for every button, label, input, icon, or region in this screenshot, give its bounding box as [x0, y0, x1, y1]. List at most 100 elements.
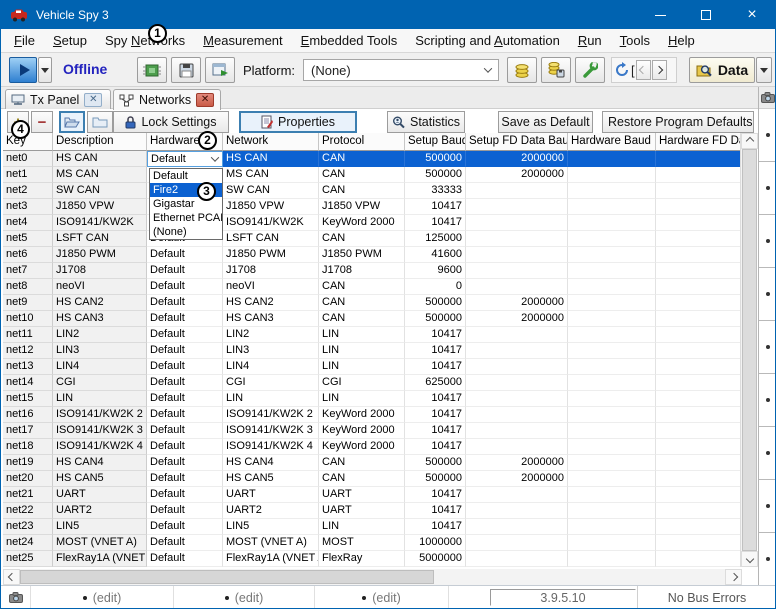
scroll-down-icon[interactable] [741, 551, 758, 567]
restore-program-defaults-button[interactable]: Restore Program Defaults [602, 111, 754, 133]
table-row-net2[interactable]: net2SW CANDefaultSW CANCAN33333 [3, 183, 740, 199]
lock-settings-button[interactable]: Lock Settings [113, 111, 229, 133]
data-dropdown[interactable] [756, 57, 772, 83]
table-row-net8[interactable]: net8neoVIDefaultneoVICAN0 [3, 279, 740, 295]
menu-item-setup[interactable]: Setup [44, 30, 96, 51]
nav-back-button[interactable] [636, 60, 651, 80]
table-row-net16[interactable]: net16ISO9141/KW2K 2DefaultISO9141/KW2K 2… [3, 407, 740, 423]
dropdown-option--none-[interactable]: (None) [150, 225, 222, 239]
remove-network-button[interactable]: − [31, 111, 53, 133]
run-play-button[interactable] [9, 57, 37, 83]
table-row-net17[interactable]: net17ISO9141/KW2K 3DefaultISO9141/KW2K 3… [3, 423, 740, 439]
setup-tools-button[interactable] [575, 57, 605, 83]
table-row-net6[interactable]: net6J1850 PWMDefaultJ1850 PWMJ1850 PWM41… [3, 247, 740, 263]
table-row-net0[interactable]: net0HS CANDefaultHS CANCAN5000002000000 [3, 151, 740, 167]
cell-desc: LIN3 [53, 343, 147, 359]
hardware-setup-button[interactable] [137, 57, 167, 83]
scroll-right-icon[interactable] [725, 569, 742, 585]
tab-networks[interactable]: Networks ✕ [113, 89, 221, 110]
dock-strip-cell [759, 533, 776, 586]
column-header-hardware-fd-data-baud[interactable]: Hardware FD Data Baud [656, 133, 740, 151]
table-row-net12[interactable]: net12LIN3DefaultLIN3LIN10417 [3, 343, 740, 359]
table-row-net4[interactable]: net4ISO9141/KW2KDefaultISO9141/KW2KKeyWo… [3, 215, 740, 231]
table-row-net1[interactable]: net1MS CANDefaultMS CANCAN5000002000000 [3, 167, 740, 183]
menu-item-run[interactable]: Run [569, 30, 611, 51]
menu-item-spy-networks[interactable]: Spy Networks [96, 30, 194, 51]
table-row-net19[interactable]: net19HS CAN4DefaultHS CAN4CAN50000020000… [3, 455, 740, 471]
offline-status-label: Offline [63, 61, 107, 77]
menu-item-embedded-tools[interactable]: Embedded Tools [292, 30, 407, 51]
table-row-net3[interactable]: net3J1850 VPWDefaultJ1850 VPWJ1850 VPW10… [3, 199, 740, 215]
horizontal-scrollbar[interactable] [3, 569, 742, 585]
menu-item-tools[interactable]: Tools [611, 30, 659, 51]
screenshot-camera-button[interactable] [759, 87, 776, 109]
cell-net: ISO9141/KW2K 4 [223, 439, 319, 455]
run-options-dropdown[interactable] [38, 57, 52, 83]
status-edit-field-1[interactable]: (edit) [31, 586, 174, 609]
vertical-scrollbar[interactable] [740, 133, 757, 567]
tab-close-icon[interactable]: ✕ [196, 93, 214, 107]
menu-item-measurement[interactable]: Measurement [194, 30, 292, 51]
column-header-setup-baud[interactable]: Setup Baud [405, 133, 466, 151]
table-row-net23[interactable]: net23LIN5DefaultLIN5LIN10417 [3, 519, 740, 535]
menu-item-file[interactable]: File [5, 30, 44, 51]
cell-baud: 500000 [405, 167, 466, 183]
column-header-protocol[interactable]: Protocol [319, 133, 405, 151]
column-header-description[interactable]: Description [53, 133, 147, 151]
cell-net: J1850 VPW [223, 199, 319, 215]
dot-icon [766, 504, 770, 508]
document-tab-bar: Tx Panel ✕ Networks ✕ [1, 87, 775, 109]
status-edit-field-3[interactable]: (edit) [315, 586, 449, 609]
column-header-network[interactable]: Network [223, 133, 319, 151]
table-row-net9[interactable]: net9HS CAN2DefaultHS CAN2CAN500000200000… [3, 295, 740, 311]
hardware-dropdown-list: DefaultFire2GigastarEthernet PCAP(None) [149, 168, 223, 240]
menu-item-help[interactable]: Help [659, 30, 704, 51]
close-button[interactable]: × [729, 1, 775, 29]
properties-button[interactable]: Properties [239, 111, 357, 133]
save-as-default-button[interactable]: Save as Default [498, 111, 593, 133]
scroll-left-icon[interactable] [3, 569, 20, 585]
dropdown-option-ethernet-pcap[interactable]: Ethernet PCAP [150, 211, 222, 225]
tab-close-icon[interactable]: ✕ [84, 93, 102, 107]
table-row-net25[interactable]: net25FlexRay1A (VNET A)DefaultFlexRay1A … [3, 551, 740, 567]
cell-key: net0 [3, 151, 53, 167]
hardware-combo[interactable]: Default [147, 151, 223, 167]
table-row-net13[interactable]: net13LIN4DefaultLIN4LIN10417 [3, 359, 740, 375]
status-camera-button[interactable] [1, 586, 31, 609]
cell-proto: LIN [319, 359, 405, 375]
table-row-net18[interactable]: net18ISO9141/KW2K 4DefaultISO9141/KW2K 4… [3, 439, 740, 455]
maximize-button[interactable] [683, 1, 729, 29]
nav-forward-button[interactable] [652, 60, 667, 80]
table-row-net21[interactable]: net21UARTDefaultUARTUART10417 [3, 487, 740, 503]
table-row-net20[interactable]: net20HS CAN5DefaultHS CAN5CAN50000020000… [3, 471, 740, 487]
table-row-net10[interactable]: net10HS CAN3DefaultHS CAN3CAN50000020000… [3, 311, 740, 327]
dropdown-option-default[interactable]: Default [150, 169, 222, 183]
minimize-button[interactable] [637, 1, 683, 29]
column-header-hardware-baud[interactable]: Hardware Baud [568, 133, 656, 151]
column-header-setup-fd-data-baud[interactable]: Setup FD Data Baud [466, 133, 568, 151]
column-header-key[interactable]: Key [3, 133, 53, 151]
table-row-net15[interactable]: net15LINDefaultLINLIN10417 [3, 391, 740, 407]
menu-item-scripting-and-automation[interactable]: Scripting and Automation [406, 30, 569, 51]
platform-select[interactable]: (None) [303, 59, 499, 81]
messages-view-button[interactable] [205, 57, 235, 83]
open-folder-button[interactable] [59, 111, 85, 133]
tab-tx-panel[interactable]: Tx Panel ✕ [5, 89, 111, 109]
table-row-net14[interactable]: net14CGIDefaultCGICGI625000 [3, 375, 740, 391]
table-row-net24[interactable]: net24MOST (VNET A)DefaultMOST (VNET A)MO… [3, 535, 740, 551]
statistics-button[interactable]: Statistics [387, 111, 465, 133]
cell-hw: Default [147, 519, 223, 535]
database-button[interactable] [507, 57, 537, 83]
status-edit-field-2[interactable]: (edit) [174, 586, 315, 609]
table-row-net22[interactable]: net22UART2DefaultUART2UART10417 [3, 503, 740, 519]
horizontal-scroll-thumb[interactable] [20, 570, 434, 584]
table-row-net7[interactable]: net7J1708DefaultJ1708J17089600 [3, 263, 740, 279]
closed-folder-button[interactable] [87, 111, 113, 133]
vertical-scroll-thumb[interactable] [742, 149, 757, 551]
scroll-up-icon[interactable] [741, 133, 758, 149]
save-database-button[interactable] [541, 57, 571, 83]
table-row-net11[interactable]: net11LIN2DefaultLIN2LIN10417 [3, 327, 740, 343]
data-button[interactable]: Data [689, 57, 755, 83]
table-row-net5[interactable]: net5LSFT CANDefaultLSFT CANCAN125000 [3, 231, 740, 247]
save-button[interactable] [171, 57, 201, 83]
